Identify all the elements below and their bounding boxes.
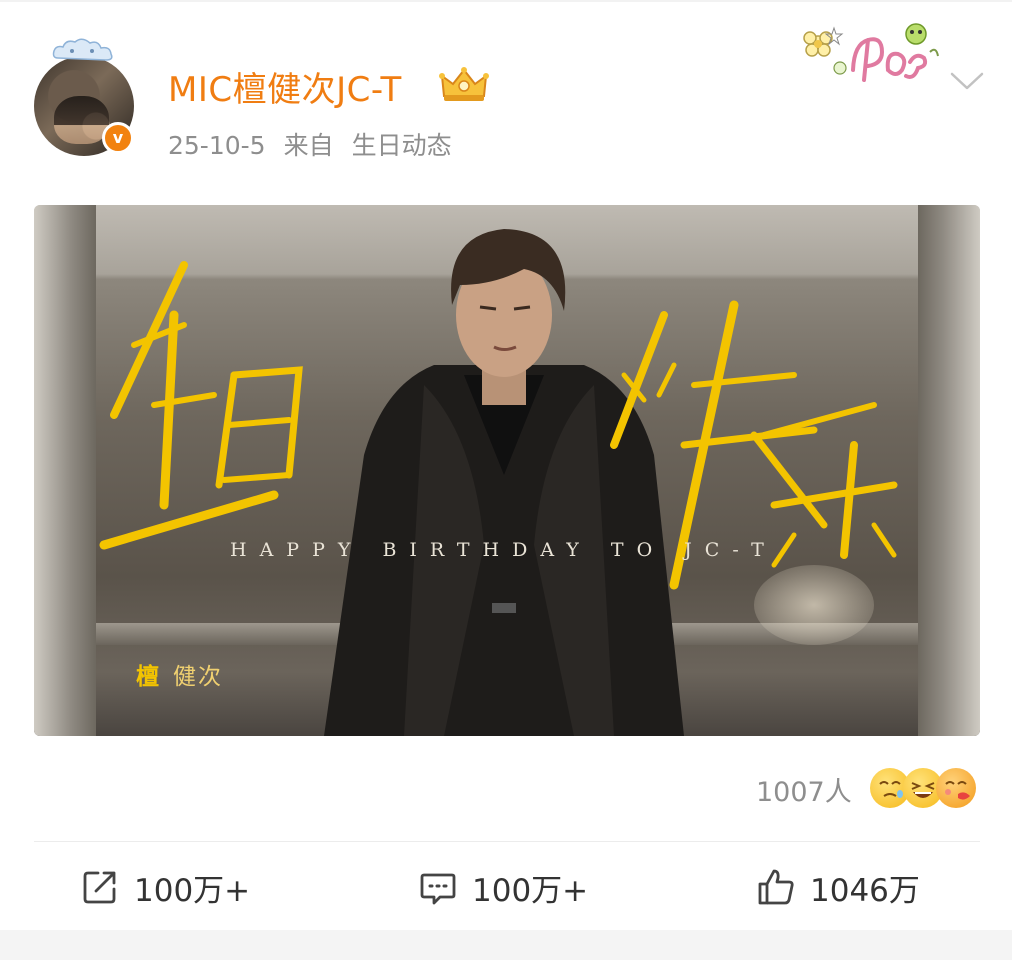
poster-tagline: HAPPY BIRTHDAY TO JC-T (230, 539, 777, 561)
share-icon (83, 871, 116, 904)
comment-button[interactable]: 100万+ (418, 862, 588, 912)
post-image[interactable]: HAPPY BIRTHDAY TO JC-T 檀健次 (34, 205, 980, 736)
post-source-link[interactable]: 生日动态 (352, 131, 452, 160)
action-divider (34, 841, 980, 842)
poster-name-rest: 健次 (173, 664, 223, 690)
crown-vip-icon[interactable] (438, 66, 490, 104)
top-separator (0, 0, 1012, 2)
reactions-count[interactable]: 1007人 (756, 770, 852, 809)
kissing-face-icon[interactable] (936, 768, 976, 808)
like-button[interactable]: 1046万 (756, 862, 920, 912)
chevron-down-icon[interactable] (948, 62, 986, 100)
verified-badge-icon: v (102, 122, 134, 154)
source-prefix: 来自 (283, 131, 334, 160)
username-link[interactable]: MIC檀健次JC-T (168, 62, 402, 111)
post-date: 25-10-5 (168, 131, 266, 160)
poster-name: 檀健次 (136, 657, 223, 691)
share-count: 100万+ (134, 872, 251, 909)
like-count: 1046万 (810, 872, 920, 909)
thumbs-up-icon (758, 869, 794, 905)
post-meta: 25-10-5 来自 生日动态 (168, 126, 452, 162)
avatar-cloud-decoration-icon (52, 38, 113, 61)
avatar[interactable]: v (34, 56, 134, 156)
comment-icon (420, 873, 456, 905)
poster-name-first: 檀 (136, 664, 159, 690)
comment-count: 100万+ (472, 872, 589, 909)
bottom-separator (0, 930, 1012, 960)
share-button[interactable]: 100万+ (80, 862, 250, 912)
frog-flower-decoration-icon[interactable] (798, 22, 940, 90)
